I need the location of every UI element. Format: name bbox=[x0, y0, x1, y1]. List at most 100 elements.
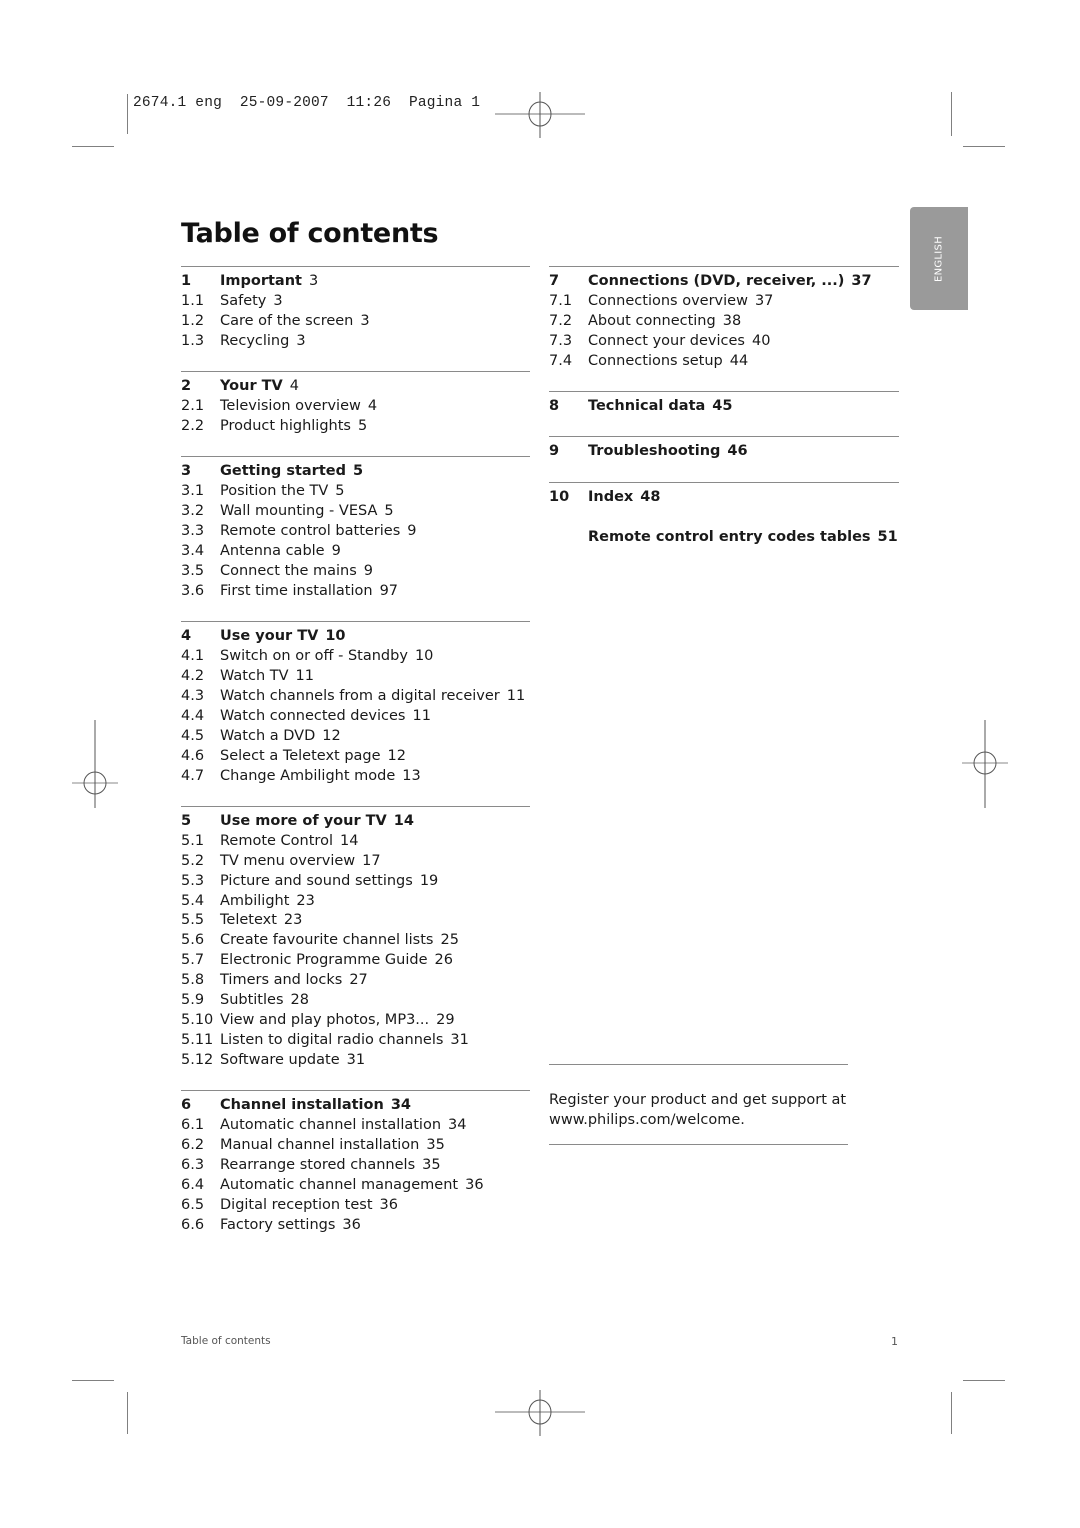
subsection-page: 11 bbox=[506, 687, 526, 704]
toc-chapter-entry[interactable]: 6 Channel installation 34 bbox=[181, 1096, 530, 1116]
subsection-title: Connect the mains bbox=[220, 562, 357, 579]
subsection-title: Create favourite channel lists bbox=[220, 932, 434, 949]
subsection-page: 29 bbox=[436, 1012, 455, 1028]
subsection-title: Ambilight bbox=[220, 892, 290, 909]
toc-subsection-entry[interactable]: 6.2 Manual channel installation 35 bbox=[181, 1136, 530, 1156]
toc-subsection-entry[interactable]: 3.2 Wall mounting - VESA 5 bbox=[181, 502, 530, 522]
toc-subsection-entry[interactable]: 5.3 Picture and sound settings 19 bbox=[181, 872, 530, 892]
toc-subsection-entry[interactable]: 5.11 Listen to digital radio channels 31 bbox=[181, 1031, 530, 1051]
toc-subsection-entry[interactable]: 2.1 Television overview 4 bbox=[181, 397, 530, 417]
toc-chapter-entry[interactable]: 7 Connections (DVD, receiver, ...) 37 bbox=[549, 272, 899, 292]
toc-subsection-entry[interactable]: 5.10 View and play photos, MP3... 29 bbox=[181, 1011, 530, 1031]
toc-subsection-entry[interactable]: 1.3 Recycling 3 bbox=[181, 332, 530, 352]
toc-subsection-entry[interactable]: 5.4 Ambilight 23 bbox=[181, 892, 530, 912]
toc-subsection-entry[interactable]: 4.5 Watch a DVD 12 bbox=[181, 727, 530, 747]
toc-subsection-entry[interactable]: 7.4 Connections setup 44 bbox=[549, 352, 899, 372]
subsection-page: 35 bbox=[426, 1137, 445, 1154]
toc-chapter-entry[interactable]: 3 Getting started 5 bbox=[181, 462, 530, 482]
subsection-title: Timers and locks bbox=[220, 972, 343, 989]
toc-subsection-entry[interactable]: 6.1 Automatic channel installation 34 bbox=[181, 1116, 530, 1136]
subsection-title: Remote Control bbox=[220, 832, 333, 849]
toc-subsection-entry[interactable]: 6.6 Factory settings 36 bbox=[181, 1216, 530, 1236]
chapter-number: 3 bbox=[181, 463, 192, 480]
subsection-title: Picture and sound settings bbox=[220, 872, 413, 889]
toc-subsection-entry[interactable]: 3.5 Connect the mains 9 bbox=[181, 562, 530, 582]
subsection-title: Rearrange stored channels bbox=[220, 1156, 416, 1173]
chapter-page: 5 bbox=[352, 463, 364, 480]
subsection-number: 6.5 bbox=[181, 1196, 205, 1213]
toc-subsection-entry[interactable]: 5.1 Remote Control 14 bbox=[181, 832, 530, 852]
language-tab: ENGLISH bbox=[910, 207, 968, 310]
toc-subsection-entry[interactable]: 4.4 Watch connected devices 11 bbox=[181, 707, 530, 727]
toc-subsection-entry[interactable]: 7.2 About connecting 38 bbox=[549, 312, 899, 332]
toc-section: 4 Use your TV 10 4.1 Switch on or off - Stan… bbox=[181, 621, 530, 806]
toc-subsection-entry[interactable]: 4.3 Watch channels from a digital receive… bbox=[181, 687, 530, 707]
toc-subsection-entry[interactable]: 4.2 Watch TV 11 bbox=[181, 667, 530, 687]
subsection-page: 23 bbox=[283, 912, 303, 929]
toc-subsection-entry[interactable]: 3.6 First time installation 97 bbox=[181, 582, 530, 602]
subsection-number: 6.3 bbox=[181, 1156, 205, 1173]
register-note-line: Register your product and get support at bbox=[549, 1092, 847, 1108]
toc-chapter-entry[interactable]: 9 Troubleshooting 46 bbox=[549, 442, 899, 462]
toc-subsection-entry[interactable]: 1.2 Care of the screen 3 bbox=[181, 312, 530, 332]
toc-chapter-entry[interactable]: 2 Your TV 4 bbox=[181, 377, 530, 397]
toc-subsection-entry[interactable]: 5.2 TV menu overview 17 bbox=[181, 852, 530, 872]
toc-subsection-entry[interactable]: 3.3 Remote control batteries 9 bbox=[181, 522, 530, 542]
toc-subsection-entry[interactable]: 5.9 Subtitles 28 bbox=[181, 991, 530, 1011]
register-note: Register your product and get support at… bbox=[549, 1064, 848, 1145]
toc-subsection-entry[interactable]: 7.3 Connect your devices 40 bbox=[549, 332, 899, 352]
chapter-number: 4 bbox=[181, 628, 192, 645]
chapter-page: 3 bbox=[308, 273, 319, 289]
toc-subsection-entry[interactable]: 5.5 Teletext 23 bbox=[181, 911, 530, 931]
chapter-number: 9 bbox=[549, 443, 560, 460]
subsection-page: 11 bbox=[412, 707, 431, 724]
extra-entry-page: 51 bbox=[877, 529, 898, 546]
subsection-page: 36 bbox=[465, 1176, 484, 1193]
subsection-page: 9 bbox=[331, 542, 341, 559]
crop-mark bbox=[127, 1392, 128, 1434]
subsection-number: 4.6 bbox=[181, 747, 205, 764]
toc-subsection-entry[interactable]: 5.7 Electronic Programme Guide 26 bbox=[181, 951, 530, 971]
toc-subsection-entry[interactable]: 5.8 Timers and locks 27 bbox=[181, 971, 530, 991]
toc-extra-entry[interactable]: Remote control entry codes tables 51 bbox=[549, 523, 899, 548]
subsection-title: Antenna cable bbox=[220, 542, 325, 559]
toc-chapter-entry[interactable]: 4 Use your TV 10 bbox=[181, 627, 530, 647]
chapter-number: 1 bbox=[181, 273, 192, 289]
toc-subsection-entry[interactable]: 7.1 Connections overview 37 bbox=[549, 292, 899, 312]
subsection-number: 5.12 bbox=[181, 1051, 214, 1068]
subsection-page: 26 bbox=[434, 952, 453, 969]
print-slug: 2674.1 eng 25-09-2007 11:26 Pagina 1 bbox=[133, 95, 481, 111]
toc-chapter-entry[interactable]: 1 Important 3 bbox=[181, 272, 530, 292]
toc-chapter-entry[interactable]: 10 Index 48 bbox=[549, 488, 899, 508]
toc-subsection-entry[interactable]: 3.4 Antenna cable 9 bbox=[181, 542, 530, 562]
toc-subsection-entry[interactable]: 2.2 Product highlights 5 bbox=[181, 417, 530, 437]
subsection-page: 38 bbox=[722, 312, 742, 329]
crop-mark bbox=[963, 1380, 1005, 1381]
toc-subsection-entry[interactable]: 5.6 Create favourite channel lists 25 bbox=[181, 931, 530, 951]
register-note-link[interactable]: www.philips.com/welcome. bbox=[549, 1110, 848, 1130]
subsection-number: 6.2 bbox=[181, 1137, 205, 1154]
page-title: Table of contents bbox=[181, 218, 439, 249]
toc-chapter-entry[interactable]: 8 Technical data 45 bbox=[549, 397, 899, 417]
toc-subsection-entry[interactable]: 4.1 Switch on or off - Standby 10 bbox=[181, 647, 530, 667]
toc-subsection-entry[interactable]: 1.1 Safety 3 bbox=[181, 292, 530, 312]
toc-subsection-entry[interactable]: 4.7 Change Ambilight mode 13 bbox=[181, 767, 530, 787]
registration-mark-icon bbox=[72, 720, 118, 808]
toc-subsection-entry[interactable]: 3.1 Position the TV 5 bbox=[181, 482, 530, 502]
toc-chapter-entry[interactable]: 5 Use more of your TV 14 bbox=[181, 812, 530, 832]
toc-subsection-entry[interactable]: 5.12 Software update 31 bbox=[181, 1051, 530, 1071]
subsection-page: 37 bbox=[754, 292, 774, 309]
subsection-title: Remote control batteries bbox=[220, 523, 401, 540]
toc-subsection-entry[interactable]: 6.4 Automatic channel management 36 bbox=[181, 1176, 530, 1196]
subsection-number: 5.6 bbox=[181, 932, 205, 949]
toc-subsection-entry[interactable]: 6.3 Rearrange stored channels 35 bbox=[181, 1156, 530, 1176]
subsection-number: 5.9 bbox=[181, 992, 205, 1009]
toc-subsection-entry[interactable]: 4.6 Select a Teletext page 12 bbox=[181, 747, 530, 767]
subsection-page: 9 bbox=[363, 562, 373, 579]
chapter-title: Your TV bbox=[220, 378, 283, 395]
chapter-title: Index bbox=[588, 488, 634, 505]
crop-mark bbox=[951, 92, 952, 136]
subsection-title: Connections setup bbox=[588, 352, 723, 369]
toc-section: 5 Use more of your TV 14 5.1 Remote Control 1… bbox=[181, 805, 530, 1090]
toc-subsection-entry[interactable]: 6.5 Digital reception test 36 bbox=[181, 1196, 530, 1216]
